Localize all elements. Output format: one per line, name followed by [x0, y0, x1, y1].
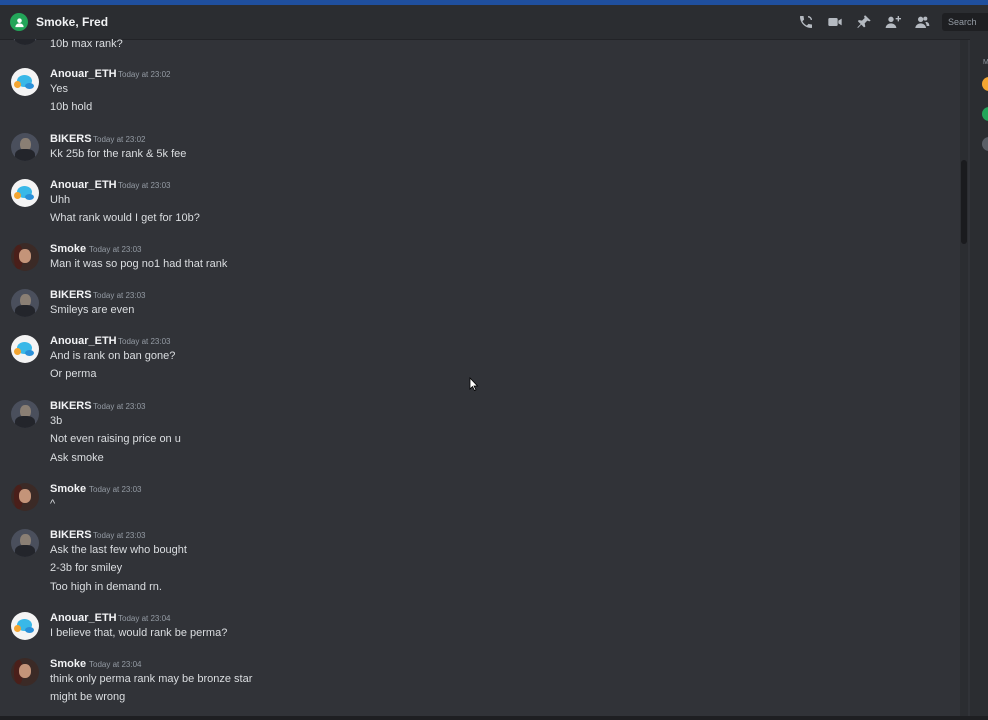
start-voice-call-icon[interactable] [797, 13, 815, 31]
message-group: Anouar_ETH Today at 23:04 I believe that… [0, 612, 940, 648]
search-input[interactable]: Search [942, 13, 988, 31]
username[interactable]: BIKERS [50, 289, 92, 301]
message-group: Smoke Today at 23:03 Man it was so pog n… [0, 243, 940, 279]
message-text: Smileys are even [50, 304, 135, 316]
timestamp: Today at 23:02 [93, 135, 146, 144]
message-text: 10b max rank? [50, 39, 123, 50]
avatar[interactable] [11, 658, 39, 686]
timestamp: Today at 23:03 [93, 531, 146, 540]
mouse-cursor-icon [469, 377, 479, 391]
show-member-list-icon[interactable] [913, 13, 931, 31]
message-text: Not even raising price on u [50, 433, 181, 445]
message-list: 10b max rank? Anouar_ETH Today at 23:02 … [0, 39, 966, 720]
timestamp: Today at 23:04 [89, 660, 142, 669]
message-text: 2-3b for smiley [50, 562, 123, 574]
timestamp: Today at 23:03 [118, 337, 171, 346]
timestamp: Today at 23:03 [93, 402, 146, 411]
timestamp: Today at 23:03 [93, 291, 146, 300]
timestamp: Today at 23:02 [118, 70, 171, 79]
member-avatar[interactable] [982, 77, 988, 91]
add-friends-to-dm-icon[interactable] [884, 13, 902, 31]
message-text: 10b hold [50, 101, 93, 113]
pinned-messages-icon[interactable] [855, 13, 873, 31]
avatar[interactable] [11, 39, 39, 45]
message-text: Kk 25b for the rank & 5k fee [50, 148, 187, 160]
message-text: Ask the last few who bought [50, 544, 187, 556]
message-text: ^ [50, 498, 56, 510]
member-avatar[interactable] [982, 137, 988, 151]
username[interactable]: Anouar_ETH [50, 335, 117, 347]
timestamp: Today at 23:03 [89, 245, 142, 254]
avatar[interactable] [11, 133, 39, 161]
message-group: Smoke Today at 23:04 think only perma ra… [0, 658, 940, 713]
message-group: Smoke Today at 23:03 ^ [0, 483, 940, 519]
member-list-panel: M [970, 39, 988, 720]
username[interactable]: Smoke [50, 243, 86, 255]
avatar[interactable] [11, 289, 39, 317]
message-text: What rank would I get for 10b? [50, 212, 200, 224]
avatar[interactable] [11, 529, 39, 557]
message-text: 3b [50, 415, 63, 427]
message-text: And is rank on ban gone? [50, 350, 176, 362]
username[interactable]: Smoke [50, 658, 86, 670]
username[interactable]: Anouar_ETH [50, 612, 117, 624]
message-group: 10b max rank? [0, 39, 940, 59]
username[interactable]: BIKERS [50, 133, 92, 145]
header-toolbar: Search [797, 5, 988, 39]
scrollbar-track[interactable] [960, 40, 968, 720]
member-avatar[interactable] [982, 107, 988, 121]
avatar[interactable] [11, 483, 39, 511]
username[interactable]: BIKERS [50, 529, 92, 541]
avatar[interactable] [11, 400, 39, 428]
message-group: BIKERS Today at 23:03 Ask the last few w… [0, 529, 940, 601]
message-text: Ask smoke [50, 452, 104, 464]
channel-header: Smoke, Fred Search [0, 5, 988, 39]
username[interactable]: Anouar_ETH [50, 179, 117, 191]
message-text: Uhh [50, 194, 71, 206]
timestamp: Today at 23:04 [118, 614, 171, 623]
message-group: Anouar_ETH Today at 23:03 Uhh What rank … [0, 179, 940, 234]
avatar[interactable] [11, 243, 39, 271]
bottom-edge [0, 716, 988, 720]
channel-title: Smoke, Fred [36, 15, 109, 29]
message-text: I believe that, would rank be perma? [50, 627, 228, 639]
timestamp: Today at 23:03 [118, 181, 171, 190]
message-group: BIKERS Today at 23:03 3b Not even raisin… [0, 400, 940, 472]
message-text: Or perma [50, 368, 97, 380]
avatar[interactable] [11, 68, 39, 96]
dm-group-icon [10, 13, 28, 31]
avatar[interactable] [11, 179, 39, 207]
timestamp: Today at 23:03 [89, 485, 142, 494]
message-text: Too high in demand rn. [50, 581, 162, 593]
username[interactable]: Anouar_ETH [50, 68, 117, 80]
message-text: Man it was so pog no1 had that rank [50, 258, 228, 270]
message-group: BIKERS Today at 23:02 Kk 25b for the ran… [0, 133, 940, 169]
message-group: BIKERS Today at 23:03 Smileys are even [0, 289, 940, 325]
message-text: Yes [50, 83, 68, 95]
start-video-call-icon[interactable] [826, 13, 844, 31]
message-text: might be wrong [50, 691, 126, 703]
member-list-header: M [983, 59, 988, 66]
username[interactable]: BIKERS [50, 400, 92, 412]
scrollbar-thumb[interactable] [961, 160, 967, 244]
message-group: Anouar_ETH Today at 23:02 Yes 10b hold [0, 68, 940, 123]
avatar[interactable] [11, 335, 39, 363]
username[interactable]: Smoke [50, 483, 86, 495]
avatar[interactable] [11, 612, 39, 640]
message-text: think only perma rank may be bronze star [50, 673, 253, 685]
